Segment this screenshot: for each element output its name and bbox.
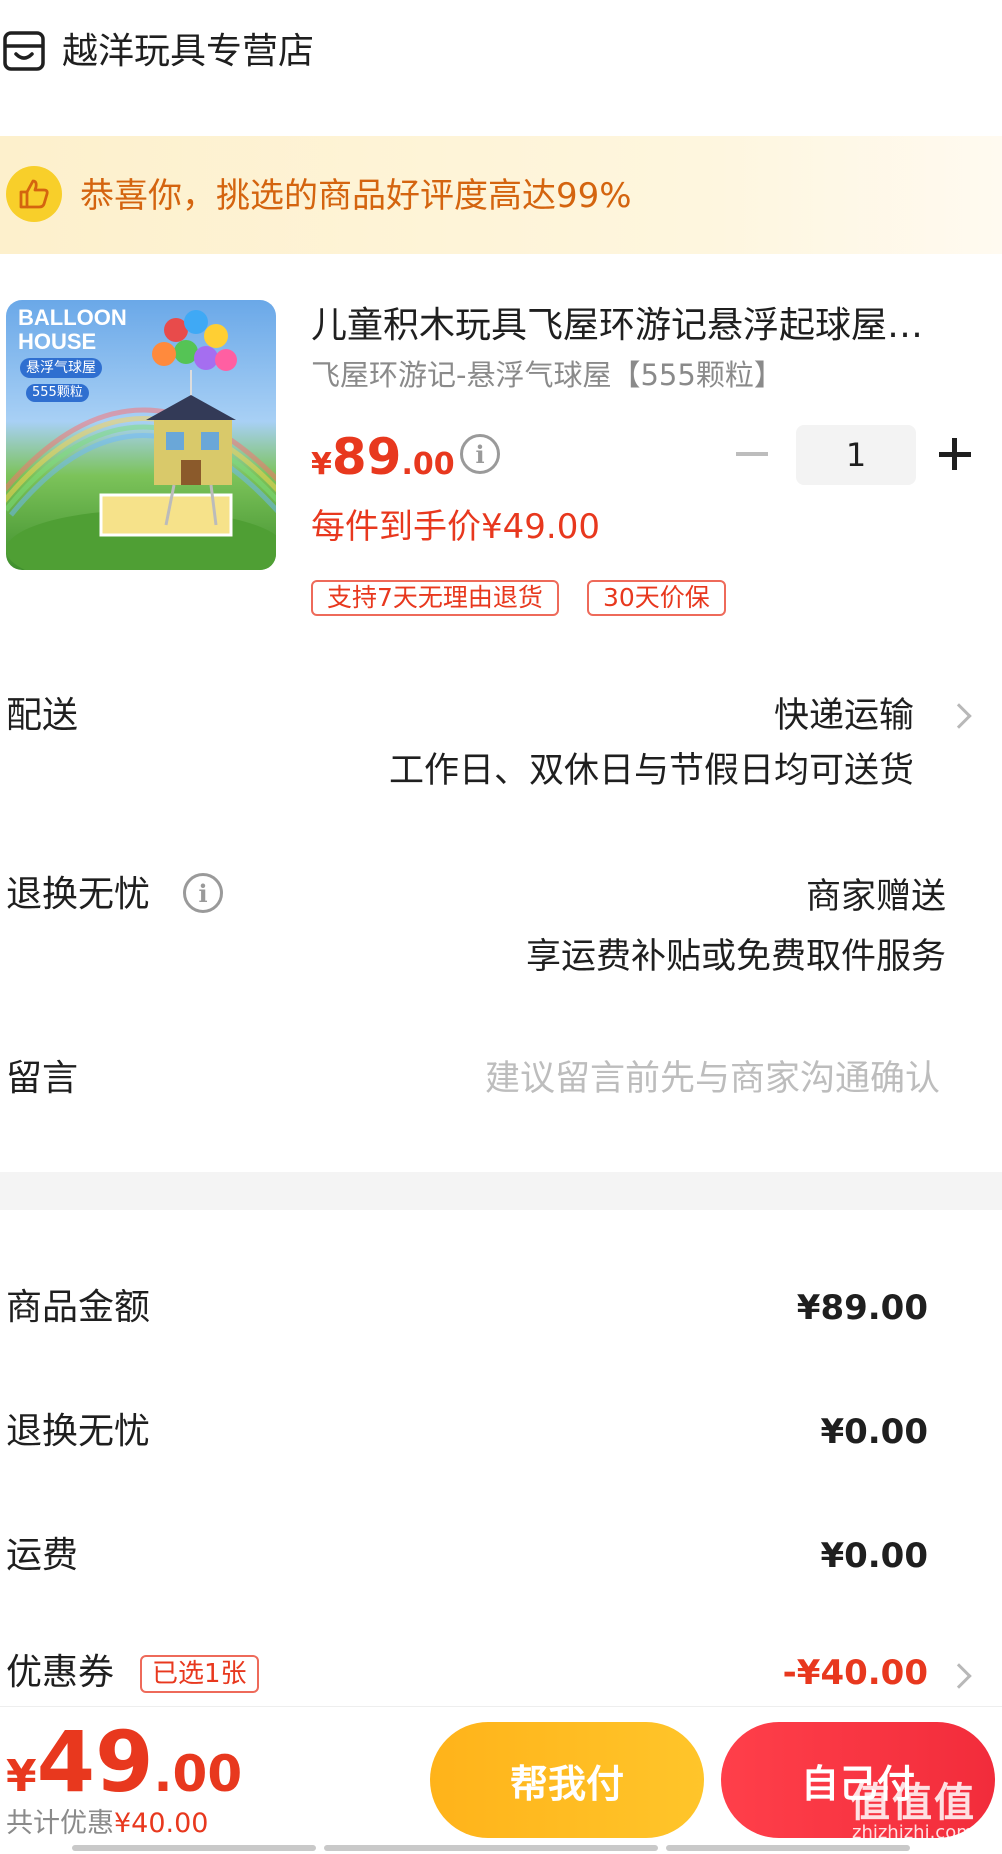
coupon-chevron-icon[interactable] — [946, 1663, 972, 1689]
price-protection-tag: 30天价保 — [587, 580, 726, 616]
thumbs-up-icon — [6, 166, 62, 222]
delivery-method[interactable]: 快递运输 — [774, 693, 914, 739]
store-name[interactable]: 越洋玩具专营店 — [62, 30, 314, 74]
goods-amount-label: 商品金额 — [6, 1287, 151, 1328]
goods-amount-value: ¥89.00 — [796, 1288, 928, 1328]
product-image[interactable]: BALLOON HOUSE 悬浮气球屋 555颗粒 — [6, 300, 276, 570]
return-info-icon[interactable]: i — [183, 873, 223, 913]
shipping-value: ¥0.00 — [820, 1536, 928, 1576]
return-policy-tag: 支持7天无理由退货 — [311, 580, 559, 616]
image-title: BALLOON HOUSE — [18, 305, 127, 354]
delivery-label: 配送 — [6, 695, 79, 736]
coupon-value[interactable]: -¥40.00 — [783, 1650, 928, 1696]
product-spec[interactable]: 飞屋环游记-悬浮气球屋【555颗粒】 — [311, 355, 783, 395]
plus-icon[interactable] — [952, 438, 957, 470]
delivery-note: 工作日、双休日与节假日均可送货 — [388, 751, 914, 791]
home-indicator — [72, 1845, 316, 1851]
coupon-label: 优惠券 — [6, 1652, 115, 1693]
image-badge: 悬浮气球屋 — [20, 358, 102, 378]
banner-text: 恭喜你，挑选的商品好评度高达99% — [80, 176, 632, 216]
total-discount: 共计优惠 ¥40.00 — [6, 1808, 209, 1839]
help-me-pay-button[interactable]: 帮我付 — [430, 1722, 704, 1838]
return-fee-label: 退换无忧 — [6, 1411, 151, 1452]
return-label: 退换无忧 — [6, 874, 151, 915]
chevron-right-icon[interactable] — [946, 703, 972, 729]
watermark-url: zhizhizhi.com — [852, 1822, 974, 1843]
image-badge-count: 555颗粒 — [26, 384, 89, 402]
store-icon — [2, 30, 46, 72]
watermark: 值值值 — [850, 1780, 976, 1826]
shipping-label: 运费 — [6, 1535, 79, 1576]
return-value: 商家赠送 — [805, 877, 946, 917]
total-price: ¥ 49 .00 — [6, 1713, 243, 1811]
section-divider — [0, 1172, 1002, 1210]
home-indicator-mid — [324, 1845, 658, 1851]
price-info-icon[interactable]: i — [460, 434, 500, 474]
decrease-quantity-button[interactable] — [736, 452, 768, 456]
home-indicator-right — [666, 1845, 910, 1851]
coupon-selected-badge[interactable]: 已选1张 — [140, 1655, 259, 1693]
message-input[interactable]: 建议留言前先与商家沟通确认 — [485, 1056, 940, 1102]
message-label: 留言 — [6, 1058, 79, 1099]
quantity-input[interactable]: 1 — [796, 425, 916, 485]
return-note: 享运费补贴或免费取件服务 — [525, 937, 946, 977]
unit-price-text: 每件到手价¥49.00 — [311, 507, 600, 547]
product-title[interactable]: 儿童积木玩具飞屋环游记悬浮起球屋… — [311, 302, 981, 350]
product-price: ¥ 89 .00 — [311, 428, 455, 486]
return-fee-value: ¥0.00 — [820, 1412, 928, 1452]
